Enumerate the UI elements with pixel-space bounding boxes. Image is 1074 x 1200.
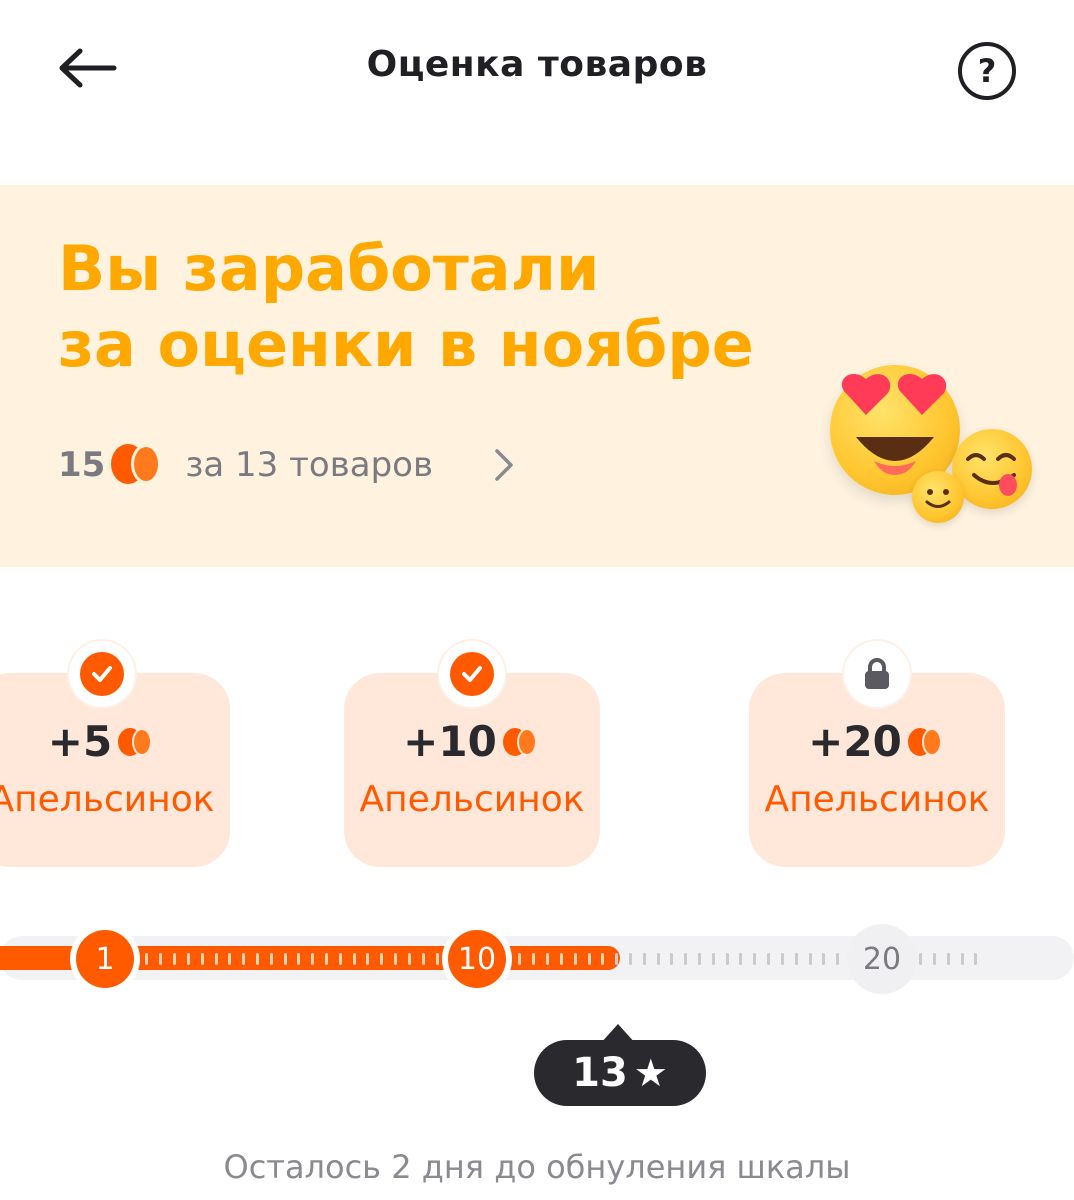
milestone-20: 20 [847, 924, 917, 994]
milestone-label: 1 [76, 930, 134, 988]
orange-coin-icon [118, 727, 156, 756]
reward-points: +20 [749, 717, 1005, 766]
scale-tick [187, 953, 190, 965]
reward-badge [69, 641, 135, 707]
milestone-label: 20 [862, 941, 902, 977]
earnings-banner: Вы заработали за оценки в ноябре 15 за 1… [0, 185, 1074, 567]
scale-tick [546, 953, 549, 965]
scale-tick [739, 953, 742, 965]
scale-tick [380, 953, 383, 965]
reward-points-value: +5 [47, 717, 113, 766]
scale-tick [408, 953, 411, 965]
banner-title-line-2: за оценки в ноябре [58, 308, 754, 381]
scale-tick [560, 953, 563, 965]
question-circle-icon: ? [977, 52, 997, 90]
scale-tick [242, 953, 245, 965]
orange-coin-icon [502, 727, 541, 756]
scale-tick [339, 953, 342, 965]
scale-tick [961, 953, 964, 965]
scale-tick [726, 953, 729, 965]
help-button[interactable]: ? [958, 42, 1016, 100]
check-icon [462, 666, 482, 682]
reset-notice: Осталось 2 дня до обнуления шкалы [223, 1148, 851, 1186]
reward-card-10[interactable]: +10 Апельсинок [344, 641, 600, 867]
page-title: Оценка товаров [366, 44, 708, 85]
scale-tick [643, 953, 646, 965]
milestone-10: 10 [442, 924, 512, 994]
scale-tick [311, 953, 314, 965]
scale-tick [947, 953, 950, 965]
reward-label: Апельсинок [0, 779, 215, 820]
reward-card-5[interactable]: +5 Апельсинок [0, 641, 230, 867]
scale-tick [698, 953, 701, 965]
reward-points: +10 [344, 717, 600, 766]
scale-tick [518, 953, 521, 965]
scale-tick [145, 953, 148, 965]
scale-tick [394, 953, 397, 965]
scale-tick [629, 953, 632, 965]
earned-items-text: за 13 товаров [185, 445, 434, 485]
milestone-label: 10 [448, 930, 506, 988]
reward-card-20[interactable]: +20 Апельсинок [749, 641, 1005, 867]
current-progress-value: 13 [572, 1050, 628, 1096]
scale-tick [325, 953, 328, 965]
scale-tick [284, 953, 287, 965]
reward-label: Апельсинок [359, 779, 585, 820]
current-progress-badge: 13 ★ [534, 1024, 706, 1106]
scale-tick [159, 953, 162, 965]
scale-tick [657, 953, 660, 965]
reward-badge [439, 641, 505, 707]
scale-tick [270, 953, 273, 965]
scale-tick [670, 953, 673, 965]
scale-tick [836, 953, 839, 965]
chevron-right-icon [495, 449, 513, 481]
scale-tick [795, 953, 798, 965]
check-icon [92, 666, 112, 682]
scale-tick [256, 953, 259, 965]
smile-emoji-icon [912, 471, 964, 523]
scale-tick [228, 953, 231, 965]
scale-tick [753, 953, 756, 965]
scale-tick [974, 953, 977, 965]
scale-tick [809, 953, 812, 965]
reward-badge [844, 641, 910, 707]
scale-tick [781, 953, 784, 965]
scale-tick [574, 953, 577, 965]
scale-tick [201, 953, 204, 965]
scale-tick [712, 953, 715, 965]
reward-points-value: +20 [808, 717, 902, 766]
lock-icon [865, 658, 889, 689]
scale-tick [532, 953, 535, 965]
scale-tick [436, 953, 439, 965]
scale-tick [933, 953, 936, 965]
scale-tick [615, 953, 618, 965]
orange-coin-icon [109, 444, 165, 486]
scale-tick [173, 953, 176, 965]
scale-tick [215, 953, 218, 965]
app-header: Оценка товаров ? [0, 0, 1074, 140]
reward-points: +5 [0, 717, 230, 766]
orange-coin-icon [907, 727, 946, 756]
reward-points-value: +10 [403, 717, 497, 766]
reward-label: Апельсинок [764, 779, 990, 820]
scale-tick [588, 953, 591, 965]
scale-tick [919, 953, 922, 965]
scale-tick [353, 953, 356, 965]
scale-tick [422, 953, 425, 965]
scale-tick [601, 953, 604, 965]
banner-title-line-1: Вы заработали [58, 232, 600, 305]
banner-title: Вы заработали за оценки в ноябре [58, 231, 818, 383]
star-icon: ★ [633, 1051, 668, 1095]
earned-summary-link[interactable]: 15 за 13 товаров [58, 443, 519, 487]
scale-tick [297, 953, 300, 965]
yum-emoji-icon [952, 429, 1032, 509]
earned-amount: 15 [58, 445, 106, 485]
scale-tick [767, 953, 770, 965]
scale-tick [822, 953, 825, 965]
scale-tick [684, 953, 687, 965]
scale-tick [366, 953, 369, 965]
milestone-1: 1 [70, 924, 140, 994]
